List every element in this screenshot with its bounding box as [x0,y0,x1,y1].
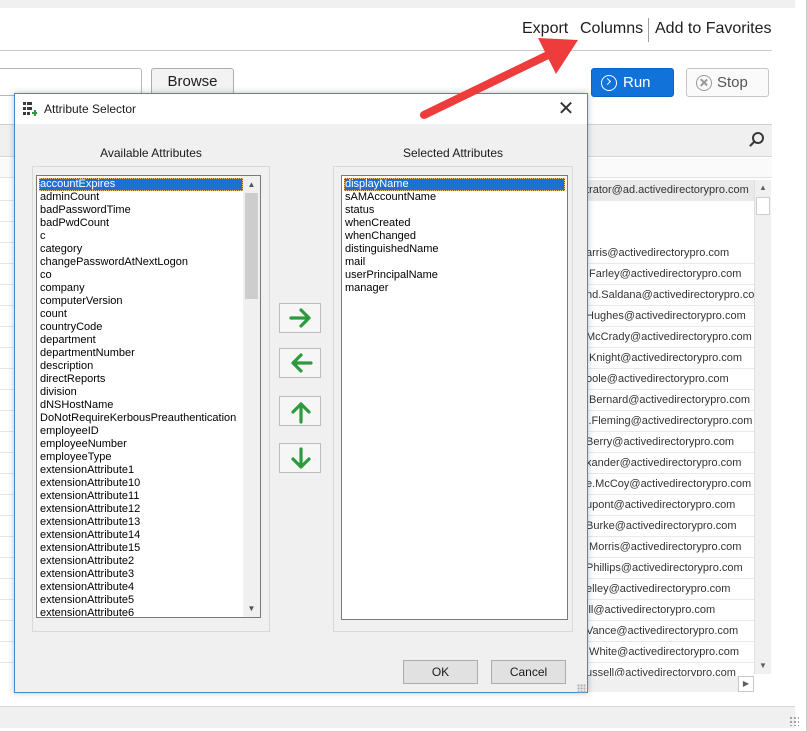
scroll-down-icon[interactable]: ▼ [243,600,260,617]
column-select-icon [23,102,37,116]
list-item[interactable]: category [39,243,243,256]
available-list-scrollbar[interactable]: ▲ ▼ [243,176,260,617]
arrow-up-icon [291,402,311,424]
list-item[interactable]: co [39,269,243,282]
list-item[interactable]: extensionAttribute14 [39,529,243,542]
list-item[interactable]: c [39,230,243,243]
available-attributes-label: Available Attributes [100,146,202,160]
cancel-button[interactable]: Cancel [491,660,566,684]
list-item[interactable]: extensionAttribute10 [39,477,243,490]
move-down-button[interactable] [279,443,321,473]
list-item[interactable]: badPwdCount [39,217,243,230]
dialog-title: Attribute Selector [44,102,137,116]
list-item[interactable]: extensionAttribute11 [39,490,243,503]
move-left-button[interactable] [279,348,321,378]
list-item[interactable]: status [344,204,565,217]
list-item[interactable]: computerVersion [39,295,243,308]
list-item[interactable]: countryCode [39,321,243,334]
list-item[interactable]: extensionAttribute1 [39,464,243,477]
list-item[interactable]: extensionAttribute6 [39,607,243,617]
list-item[interactable]: division [39,386,243,399]
move-up-button[interactable] [279,396,321,426]
list-item[interactable]: extensionAttribute2 [39,555,243,568]
scroll-thumb[interactable] [245,193,258,299]
attribute-selector-dialog: Attribute Selector ✕ Available Attribute… [14,93,588,693]
list-item[interactable]: DoNotRequireKerbousPreauthentication [39,412,243,425]
list-item[interactable]: employeeNumber [39,438,243,451]
list-item[interactable]: extensionAttribute13 [39,516,243,529]
list-item[interactable]: employeeID [39,425,243,438]
arrow-down-icon [291,447,311,469]
list-item[interactable]: sAMAccountName [344,191,565,204]
list-item[interactable]: displayName [344,178,565,191]
list-item[interactable]: extensionAttribute3 [39,568,243,581]
selected-attributes-label: Selected Attributes [402,146,504,160]
arrow-right-icon [289,308,311,328]
list-item[interactable]: whenCreated [344,217,565,230]
list-item[interactable]: badPasswordTime [39,204,243,217]
scroll-up-icon[interactable]: ▲ [243,176,260,193]
selected-attributes-list[interactable]: displayName sAMAccountName status whenCreat… [341,175,568,620]
list-item[interactable]: directReports [39,373,243,386]
list-item[interactable]: employeeType [39,451,243,464]
list-item[interactable]: extensionAttribute4 [39,581,243,594]
list-item[interactable]: extensionAttribute15 [39,542,243,555]
dialog-titlebar[interactable]: Attribute Selector ✕ [15,94,587,124]
list-item[interactable]: count [39,308,243,321]
ok-button[interactable]: OK [403,660,478,684]
list-item[interactable]: accountExpires [39,178,243,191]
arrow-left-icon [291,353,313,373]
list-item[interactable]: adminCount [39,191,243,204]
list-item[interactable]: extensionAttribute12 [39,503,243,516]
move-right-button[interactable] [279,303,321,333]
list-item[interactable]: userPrincipalName [344,269,565,282]
list-item[interactable]: company [39,282,243,295]
list-item[interactable]: whenChanged [344,230,565,243]
list-item[interactable]: departmentNumber [39,347,243,360]
list-item[interactable]: manager [344,282,565,295]
list-item[interactable]: extensionAttribute5 [39,594,243,607]
close-icon[interactable]: ✕ [555,98,577,120]
available-attributes-list[interactable]: extensionAttribute6 extensionAttribute5 ex… [36,175,261,618]
list-item[interactable]: distinguishedName [344,243,565,256]
list-item[interactable]: department [39,334,243,347]
list-item[interactable]: dNSHostName [39,399,243,412]
list-item[interactable]: description [39,360,243,373]
list-item[interactable]: mail [344,256,565,269]
dialog-resize-grip-icon[interactable] [577,684,586,693]
list-item[interactable]: changePasswordAtNextLogon [39,256,243,269]
